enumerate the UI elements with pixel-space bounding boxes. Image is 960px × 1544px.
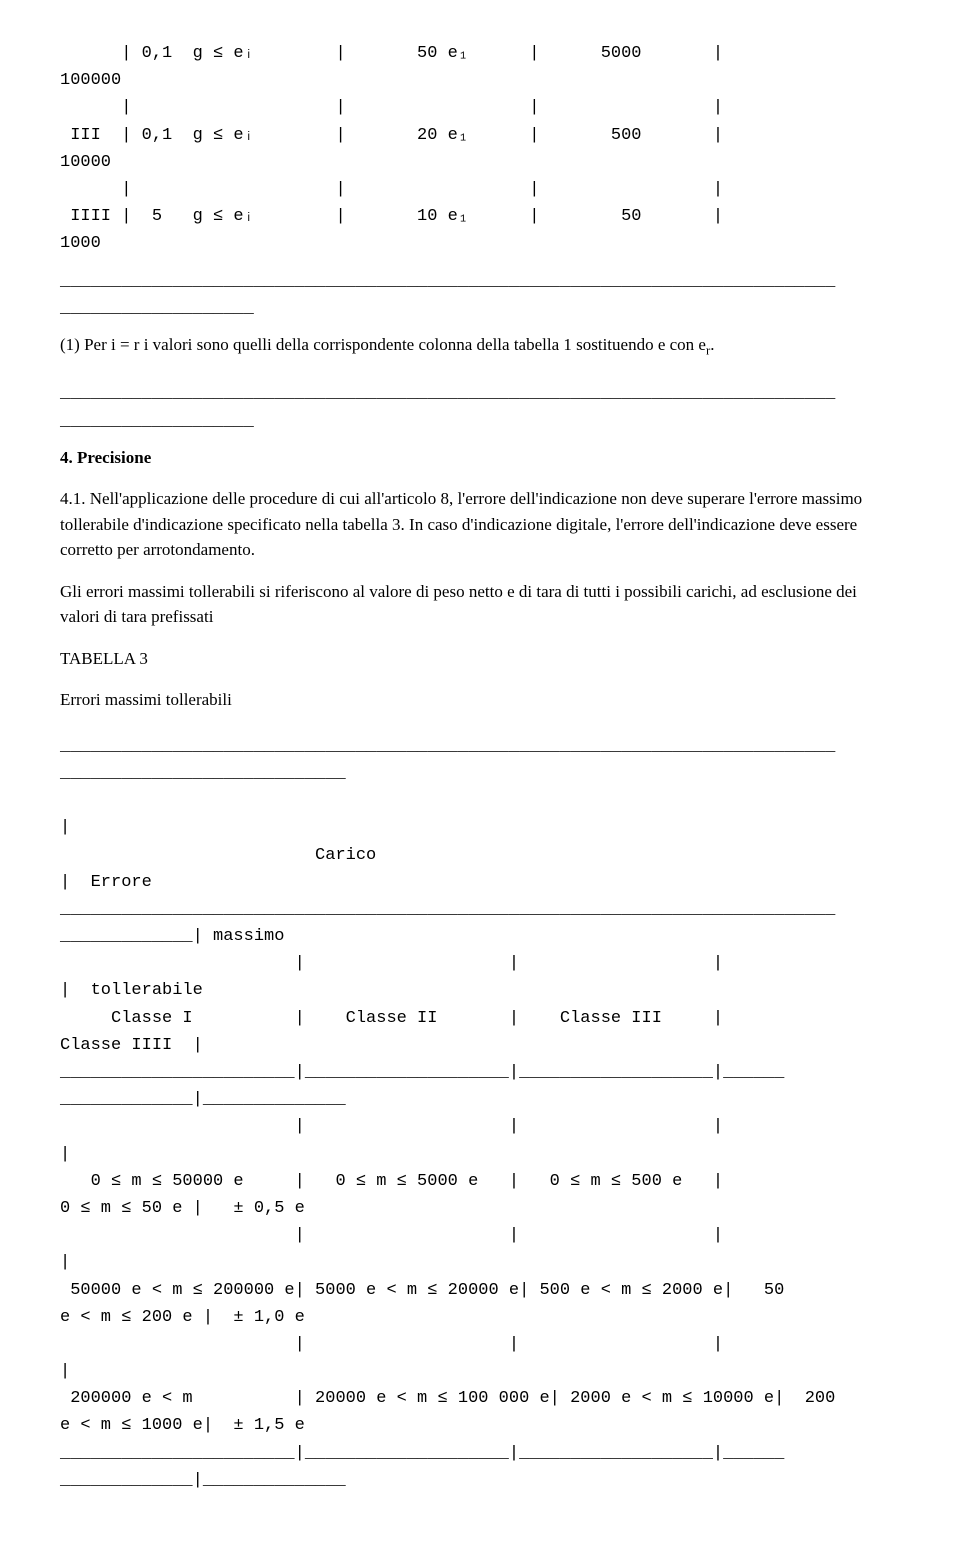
tabella-3-title: TABELLA 3 xyxy=(60,646,900,672)
footnote-tail: . xyxy=(710,335,714,354)
tabella-3-caption: Errori massimi tollerabili xyxy=(60,687,900,713)
separator-rule-2: ________________________________________… xyxy=(60,380,900,434)
footnote-text: (1) Per i = r i valori sono quelli della… xyxy=(60,335,706,354)
section-4.1-num: 4.1. xyxy=(60,489,86,508)
tabella-3-body: ________________________________________… xyxy=(60,733,900,1494)
section-4.1-body: Nell'applicazione delle procedure di cui… xyxy=(60,489,862,559)
section-4-title: 4. Precisione xyxy=(60,445,900,471)
section-4.1-body2: Gli errori massimi tollerabili si riferi… xyxy=(60,579,900,630)
separator-rule: ________________________________________… xyxy=(60,268,900,322)
top-table: | 0,1 g ≤ eᵢ | 50 e₁ | 5000 | 100000 | |… xyxy=(60,40,900,258)
